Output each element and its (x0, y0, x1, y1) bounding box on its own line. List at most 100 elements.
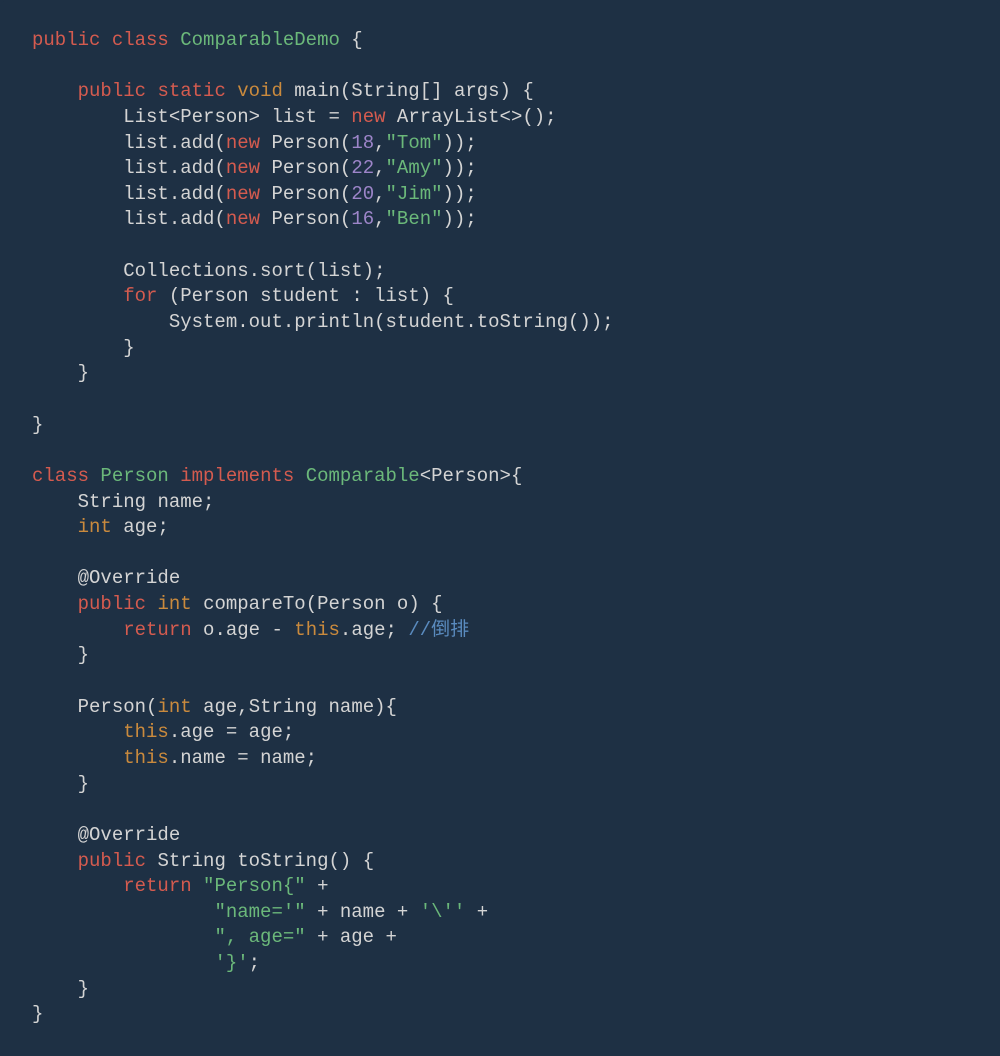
paren: ( (146, 696, 157, 718)
comma: , (237, 696, 248, 718)
dot: . (237, 311, 248, 333)
var-list: list (317, 260, 363, 282)
kw-class: class (112, 29, 169, 51)
param-o: o (203, 619, 214, 641)
kw-return: return (123, 875, 191, 897)
var-student: student (386, 311, 466, 333)
op: = (226, 721, 249, 743)
paren: )); (443, 132, 477, 154)
paren: )); (443, 157, 477, 179)
num-16: 16 (351, 208, 374, 230)
var-list: list (123, 183, 169, 205)
type-List: List (123, 106, 169, 128)
var-list: list (123, 208, 169, 230)
dot: . (249, 260, 260, 282)
brace: } (78, 644, 89, 666)
paren: ( (306, 593, 317, 615)
type-Person: Person (317, 593, 385, 615)
param-name: name (260, 747, 306, 769)
method-add: add (180, 157, 214, 179)
paren: ( (214, 208, 225, 230)
angle: >{ (500, 465, 523, 487)
type-Person: Person (271, 132, 339, 154)
type-String: String (157, 850, 225, 872)
str-ageEq: ", age=" (214, 926, 305, 948)
paren: )); (443, 208, 477, 230)
ctor-Person: Person (78, 696, 146, 718)
param-o: o (397, 593, 408, 615)
paren: ( (169, 285, 180, 307)
paren: )); (443, 183, 477, 205)
semi: ; (249, 952, 260, 974)
kw-void: void (237, 80, 283, 102)
method-println: println (294, 311, 374, 333)
brace: } (78, 978, 89, 1000)
op: + (386, 926, 397, 948)
type-Person: Person (271, 157, 339, 179)
type-Person: Person (431, 465, 499, 487)
comment-daopai: //倒排 (408, 619, 469, 641)
kw-int: int (157, 593, 191, 615)
type-ArrayList: ArrayList (397, 106, 500, 128)
paren: ( (214, 132, 225, 154)
type-Person: Person (180, 106, 248, 128)
kw-public: public (78, 80, 146, 102)
brace: } (32, 1003, 43, 1025)
kw-public: public (78, 850, 146, 872)
method-add: add (180, 183, 214, 205)
semi: ; (306, 747, 317, 769)
str-Ben: "Ben" (386, 208, 443, 230)
brackets: [] (420, 80, 454, 102)
field-age: age (340, 926, 374, 948)
param-age: age (203, 696, 237, 718)
kw-new: new (226, 157, 260, 179)
diamond: <>(); (500, 106, 557, 128)
method-main: main (294, 80, 340, 102)
paren: ( (306, 260, 317, 282)
kw-new: new (226, 183, 260, 205)
op: - (271, 619, 294, 641)
brace: } (123, 337, 134, 359)
str-Tom: "Tom" (386, 132, 443, 154)
op: + (477, 901, 488, 923)
brace: } (78, 773, 89, 795)
type-String: String (78, 491, 146, 513)
field-name: name (157, 491, 203, 513)
class-Person: Person (100, 465, 168, 487)
comma: , (374, 208, 385, 230)
kw-public: public (78, 593, 146, 615)
dot: . (214, 619, 225, 641)
annotation-Override: @Override (78, 567, 181, 589)
kw-for: for (123, 285, 157, 307)
field-name: name (340, 901, 386, 923)
field-name: name (180, 747, 226, 769)
brace: { (351, 29, 362, 51)
paren: ) { (408, 593, 442, 615)
paren: ( (374, 311, 385, 333)
dot: . (169, 721, 180, 743)
type-Person: Person (180, 285, 248, 307)
semi: ; (283, 721, 294, 743)
op: = (237, 747, 260, 769)
field-age: age (180, 721, 214, 743)
op: = (317, 106, 351, 128)
paren: ( (214, 183, 225, 205)
var-list: list (374, 285, 420, 307)
paren: ()); (568, 311, 614, 333)
var-list: list (123, 157, 169, 179)
paren: ){ (374, 696, 397, 718)
paren: ); (363, 260, 386, 282)
field-age: age (226, 619, 260, 641)
kw-this: this (123, 721, 169, 743)
paren: ( (340, 208, 351, 230)
dot: . (465, 311, 476, 333)
semi: ; (386, 619, 409, 641)
kw-class: class (32, 465, 89, 487)
annotation-Override: @Override (78, 824, 181, 846)
dot: . (169, 132, 180, 154)
param-name: name (329, 696, 375, 718)
paren: ( (340, 157, 351, 179)
num-20: 20 (351, 183, 374, 205)
str-backslashQuote: '\'' (420, 901, 466, 923)
str-closeBrace: '}' (214, 952, 248, 974)
